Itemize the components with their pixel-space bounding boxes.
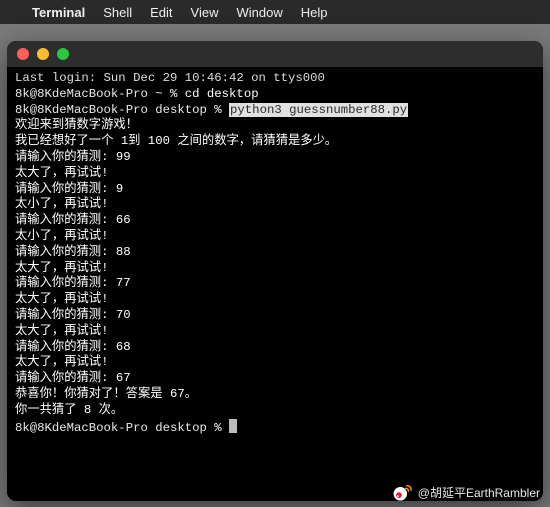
menu-view[interactable]: View: [191, 5, 219, 20]
window-maximize-button[interactable]: [57, 48, 69, 60]
prompt-path-desktop: desktop: [155, 103, 207, 117]
guess-value-1: 99: [116, 150, 131, 164]
prompt-sigil: %: [170, 87, 177, 101]
guess-prompt: 请输入你的猜测:: [15, 182, 108, 196]
prompt-user: 8k@8KdeMacBook-Pro: [15, 103, 148, 117]
feedback-too-big: 太大了，再试试!: [15, 324, 108, 338]
guess-value-7: 68: [116, 340, 131, 354]
guess-value-5: 77: [116, 276, 131, 290]
guess-value-4: 88: [116, 245, 131, 259]
guess-value-6: 70: [116, 308, 131, 322]
menu-edit[interactable]: Edit: [150, 5, 172, 20]
weibo-watermark: @胡延平EarthRambler: [392, 483, 540, 501]
prompt-sigil: %: [214, 421, 221, 435]
prompt-path-desktop: desktop: [155, 421, 207, 435]
menu-window[interactable]: Window: [237, 5, 283, 20]
feedback-too-big: 太大了，再试试!: [15, 166, 108, 180]
feedback-too-big: 太大了，再试试!: [15, 292, 108, 306]
prompt-sigil: %: [214, 103, 221, 117]
output-welcome: 欢迎来到猜数字游戏！: [15, 118, 138, 132]
guess-prompt: 请输入你的猜测:: [15, 245, 108, 259]
weibo-handle: @胡延平EarthRambler: [418, 484, 540, 501]
output-congrats: 恭喜你！你猜对了！答案是 67。: [15, 387, 197, 401]
weibo-logo-icon: [392, 483, 414, 501]
prompt-user: 8k@8KdeMacBook-Pro: [15, 421, 148, 435]
window-minimize-button[interactable]: [37, 48, 49, 60]
menu-app-name[interactable]: Terminal: [32, 5, 85, 20]
menu-shell[interactable]: Shell: [103, 5, 132, 20]
guess-value-8: 67: [116, 371, 131, 385]
prompt-path-home: ~: [155, 87, 162, 101]
feedback-too-small: 太小了，再试试!: [15, 229, 108, 243]
guess-prompt: 请输入你的猜测:: [15, 276, 108, 290]
feedback-too-small: 太小了，再试试!: [15, 197, 108, 211]
guess-value-2: 9: [116, 182, 123, 196]
guess-prompt: 请输入你的猜测:: [15, 340, 108, 354]
command-run: python3 guessnumber88.py: [229, 103, 408, 117]
command-cd: cd desktop: [185, 87, 259, 101]
terminal-body[interactable]: Last login: Sun Dec 29 10:46:42 on ttys0…: [7, 67, 543, 501]
window-titlebar[interactable]: [7, 41, 543, 67]
macos-menubar: Terminal Shell Edit View Window Help: [0, 0, 550, 24]
menu-help[interactable]: Help: [301, 5, 328, 20]
guess-prompt: 请输入你的猜测:: [15, 213, 108, 227]
feedback-too-big: 太大了，再试试!: [15, 261, 108, 275]
last-login-line: Last login: Sun Dec 29 10:46:42 on ttys0…: [15, 71, 325, 85]
guess-value-3: 66: [116, 213, 131, 227]
terminal-window: Last login: Sun Dec 29 10:46:42 on ttys0…: [7, 41, 543, 501]
prompt-user: 8k@8KdeMacBook-Pro: [15, 87, 148, 101]
guess-prompt: 请输入你的猜测:: [15, 150, 108, 164]
feedback-too-big: 太大了，再试试!: [15, 355, 108, 369]
output-intro: 我已经想好了一个 1到 100 之间的数字，请猜猜是多少。: [15, 134, 337, 148]
guess-prompt: 请输入你的猜测:: [15, 371, 108, 385]
terminal-cursor[interactable]: [229, 419, 237, 433]
guess-prompt: 请输入你的猜测:: [15, 308, 108, 322]
window-close-button[interactable]: [17, 48, 29, 60]
output-total: 你一共猜了 8 次。: [15, 403, 123, 417]
